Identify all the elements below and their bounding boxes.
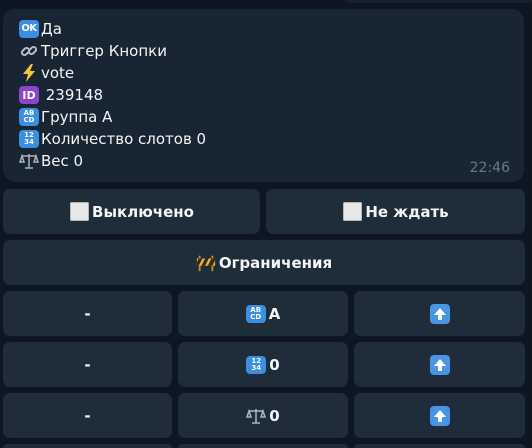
- next-row-button-1[interactable]: [3, 444, 172, 448]
- next-row-button-3[interactable]: [354, 444, 525, 448]
- disabled-toggle-button[interactable]: Выключено: [3, 189, 260, 234]
- numbers-icon: 12 34: [19, 129, 39, 149]
- weight-minus-label: -: [84, 406, 91, 425]
- group-value-button[interactable]: AB CD A: [178, 291, 348, 336]
- restrictions-label: Ограничения: [218, 253, 333, 272]
- up-arrow-icon: [429, 354, 450, 375]
- message-line-vote: vote: [19, 62, 510, 84]
- scales-icon: [246, 406, 267, 426]
- no-wait-button[interactable]: Не ждать: [266, 189, 525, 234]
- group-minus-button[interactable]: -: [3, 291, 172, 336]
- slots-value-label: 0: [269, 355, 280, 374]
- slots-minus-button[interactable]: -: [3, 342, 172, 387]
- status-text: Да: [41, 20, 62, 38]
- up-arrow-icon: [429, 303, 450, 324]
- construction-barrier-icon: [196, 253, 216, 273]
- slots-text: Количество слотов 0: [41, 130, 207, 148]
- abcd-icon-bottom: CD: [250, 312, 262, 321]
- slots-up-button[interactable]: [354, 342, 525, 387]
- ok-icon: OK: [19, 19, 39, 39]
- white-square-icon: [342, 202, 362, 222]
- link-icon: [19, 41, 39, 61]
- lightning-icon: [19, 63, 39, 83]
- restrictions-button[interactable]: Ограничения: [3, 240, 525, 285]
- id-icon: ID: [19, 85, 39, 105]
- group-value-label: A: [268, 304, 281, 323]
- up-arrow-icon: [429, 405, 450, 426]
- top-strip: [346, 0, 532, 3]
- numbers-icon-bottom: 34: [251, 363, 262, 372]
- numbers-icon: 12 34: [246, 355, 267, 375]
- no-wait-label: Не ждать: [365, 202, 449, 221]
- scales-icon: [19, 151, 39, 171]
- numbers-icon-box: 12 34: [19, 130, 39, 148]
- group-up-button[interactable]: [354, 291, 525, 336]
- id-text: 239148: [41, 86, 104, 104]
- group-text: Группа A: [41, 108, 113, 126]
- ok-icon-label: OK: [19, 20, 39, 38]
- message-line-id: ID 239148: [19, 84, 510, 106]
- message-time: 22:46: [469, 160, 510, 176]
- weight-value-button[interactable]: 0: [178, 393, 348, 438]
- vote-text: vote: [41, 64, 75, 82]
- next-row-button-2[interactable]: [178, 444, 348, 448]
- abcd-icon-box: AB CD: [245, 304, 266, 323]
- abcd-icon-bottom: CD: [23, 116, 35, 124]
- group-minus-label: -: [84, 304, 91, 323]
- message-line-weight: Вес 0: [19, 150, 510, 172]
- weight-value-label: 0: [269, 406, 280, 425]
- weight-up-button[interactable]: [354, 393, 525, 438]
- trigger-text: Триггер Кнопки: [41, 42, 167, 60]
- id-icon-label: ID: [19, 86, 39, 104]
- message-line-trigger: Триггер Кнопки: [19, 40, 510, 62]
- slots-value-button[interactable]: 12 34 0: [178, 342, 348, 387]
- message-line-slots: 12 34 Количество слотов 0: [19, 128, 510, 150]
- message-line-status: OK Да: [19, 18, 510, 40]
- disabled-toggle-label: Выключено: [92, 202, 194, 221]
- weight-minus-button[interactable]: -: [3, 393, 172, 438]
- message-bubble: OK Да Триггер Кнопки vote ID 239148 AB C…: [3, 9, 524, 182]
- numbers-icon-bottom: 34: [24, 138, 34, 146]
- numbers-icon-box: 12 34: [246, 355, 267, 374]
- abcd-icon-box: AB CD: [19, 108, 39, 126]
- slots-minus-label: -: [84, 355, 91, 374]
- weight-text: Вес 0: [41, 152, 84, 170]
- abcd-icon: AB CD: [19, 107, 39, 127]
- abcd-icon: AB CD: [245, 304, 266, 324]
- message-line-group: AB CD Группа A: [19, 106, 510, 128]
- white-square-icon: [69, 202, 89, 222]
